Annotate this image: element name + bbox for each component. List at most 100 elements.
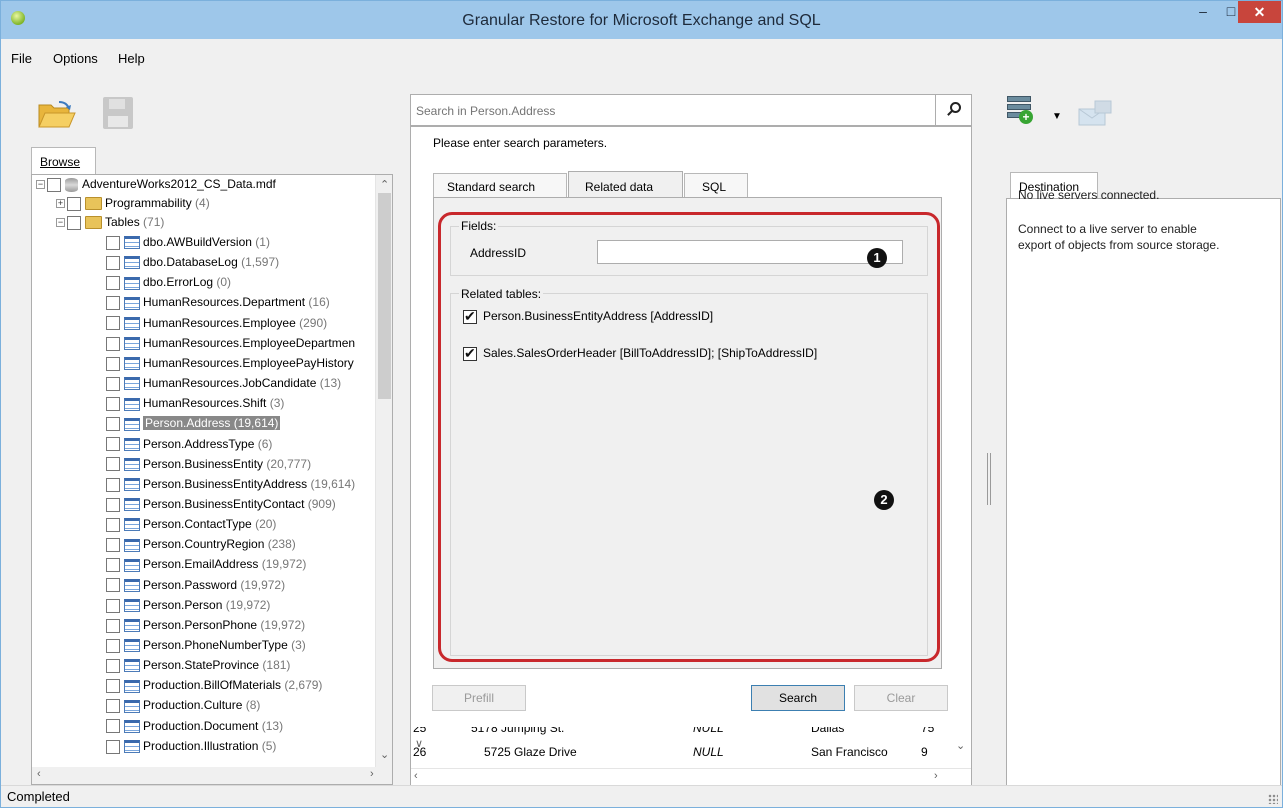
- clear-button[interactable]: Clear: [854, 685, 948, 711]
- tree-item-table[interactable]: Person.EmailAddress (19,972): [106, 557, 306, 577]
- tree-item-programmability[interactable]: + Programmability (4): [56, 196, 210, 216]
- search-icon[interactable]: [935, 95, 972, 125]
- tree-checkbox[interactable]: [106, 356, 120, 371]
- tree-checkbox[interactable]: [106, 598, 120, 613]
- menu-help[interactable]: Help: [118, 51, 145, 66]
- export-mail-icon[interactable]: [1077, 99, 1117, 127]
- tree-checkbox[interactable]: [106, 296, 120, 311]
- tree-checkbox[interactable]: [106, 417, 120, 432]
- tree-scroll-thumb[interactable]: [378, 193, 391, 399]
- collapse-icon[interactable]: −: [56, 218, 65, 228]
- tree-checkbox[interactable]: [106, 679, 120, 694]
- panel-splitter[interactable]: [987, 453, 991, 505]
- tree-root[interactable]: − AdventureWorks2012_CS_Data.mdf: [36, 177, 276, 197]
- tree-item-table[interactable]: Production.Culture (8): [106, 698, 260, 718]
- tree-item-table[interactable]: HumanResources.EmployeePayHistory: [106, 356, 354, 376]
- tree-item-table[interactable]: HumanResources.Shift (3): [106, 396, 284, 416]
- tree-item-table[interactable]: Person.Address (19,614): [106, 416, 281, 436]
- expand-icon[interactable]: +: [56, 199, 65, 209]
- tree-item-table[interactable]: Person.Password (19,972): [106, 578, 285, 598]
- tree-checkbox[interactable]: [106, 517, 120, 532]
- tree-vertical-scrollbar[interactable]: ⌃ ⌄: [375, 175, 392, 767]
- menu-bar: File Options Help: [1, 39, 1282, 72]
- minimize-button[interactable]: –: [1189, 1, 1217, 23]
- browse-tree[interactable]: − AdventureWorks2012_CS_Data.mdf + Programm…: [31, 174, 393, 785]
- scroll-down-icon[interactable]: ⌄: [380, 748, 389, 761]
- tree-item-table[interactable]: Person.BusinessEntity (20,777): [106, 457, 311, 477]
- tree-item-table[interactable]: Person.ContactType (20): [106, 517, 276, 537]
- tree-checkbox[interactable]: [106, 276, 120, 291]
- tree-checkbox[interactable]: [106, 477, 120, 492]
- tree-item-table[interactable]: Production.BillOfMaterials (2,679): [106, 678, 322, 698]
- tree-checkbox[interactable]: [106, 336, 120, 351]
- tab-sql[interactable]: SQL: [684, 173, 748, 198]
- tree-horizontal-scrollbar[interactable]: ‹ ›: [32, 767, 392, 784]
- tree-item-table[interactable]: HumanResources.JobCandidate (13): [106, 376, 341, 396]
- tree-checkbox[interactable]: [106, 578, 120, 593]
- tree-checkbox[interactable]: [106, 397, 120, 412]
- search-button[interactable]: Search: [751, 685, 845, 711]
- grid-horizontal-scrollbar[interactable]: ‹ ›: [411, 768, 971, 785]
- tree-item-table[interactable]: Production.Document (13): [106, 719, 283, 739]
- add-server-icon[interactable]: +: [1007, 96, 1035, 126]
- tree-item-table[interactable]: Person.PhoneNumberType (3): [106, 638, 306, 658]
- tab-standard-search[interactable]: Standard search: [433, 173, 567, 198]
- tree-item-table[interactable]: Person.Person (19,972): [106, 598, 270, 618]
- save-icon[interactable]: [103, 97, 133, 129]
- scroll-up-icon[interactable]: ⌃: [380, 178, 389, 191]
- grid-scroll-up-icon[interactable]: ∨: [415, 737, 423, 750]
- collapse-icon[interactable]: −: [36, 180, 45, 190]
- tree-item-table[interactable]: Person.StateProvince (181): [106, 658, 290, 678]
- tab-browse[interactable]: Browse: [31, 147, 96, 175]
- tree-checkbox[interactable]: [106, 638, 120, 653]
- tree-item-table[interactable]: Person.CountryRegion (238): [106, 537, 296, 557]
- tree-item-tables[interactable]: − Tables (71): [56, 215, 164, 235]
- prefill-button[interactable]: Prefill: [432, 685, 526, 711]
- menu-options[interactable]: Options: [53, 51, 98, 66]
- tree-item-table[interactable]: Production.Illustration (5): [106, 739, 276, 759]
- tree-item-table[interactable]: HumanResources.Employee (290): [106, 316, 327, 336]
- tree-checkbox[interactable]: [106, 316, 120, 331]
- title-bar[interactable]: Granular Restore for Microsoft Exchange …: [1, 1, 1282, 39]
- tree-checkbox[interactable]: [106, 739, 120, 754]
- tree-checkbox[interactable]: [106, 658, 120, 673]
- chevron-down-icon[interactable]: ▼: [1052, 111, 1062, 122]
- tree-checkbox[interactable]: [106, 376, 120, 391]
- tree-checkbox[interactable]: [106, 457, 120, 472]
- open-folder-icon[interactable]: [37, 101, 77, 129]
- tree-checkbox[interactable]: [47, 177, 61, 192]
- tree-item-table[interactable]: Person.BusinessEntityAddress (19,614): [106, 477, 355, 497]
- tree-item-table[interactable]: dbo.AWBuildVersion (1): [106, 235, 270, 255]
- tree-checkbox[interactable]: [106, 719, 120, 734]
- tree-checkbox[interactable]: [106, 497, 120, 512]
- grid-scroll-right-icon[interactable]: ›: [934, 770, 938, 782]
- menu-file[interactable]: File: [11, 51, 32, 66]
- scroll-right-icon[interactable]: ›: [370, 768, 374, 780]
- tree-checkbox[interactable]: [106, 558, 120, 573]
- tree-item-table[interactable]: dbo.DatabaseLog (1,597): [106, 255, 279, 275]
- tree-checkbox[interactable]: [106, 699, 120, 714]
- table-row[interactable]: 26 5725 Glaze Drive NULL San Francisco 9: [411, 744, 946, 762]
- table-row[interactable]: 25 5178 Jumping St. NULL Dallas 75: [411, 727, 946, 743]
- search-input[interactable]: [414, 103, 924, 119]
- tab-related-data[interactable]: Related data: [568, 171, 683, 199]
- scroll-left-icon[interactable]: ‹: [37, 768, 41, 780]
- tree-checkbox[interactable]: [106, 235, 120, 250]
- tree-item-table[interactable]: Person.PersonPhone (19,972): [106, 618, 305, 638]
- tree-item-table[interactable]: Person.BusinessEntityContact (909): [106, 497, 336, 517]
- grid-scroll-down-icon[interactable]: ⌄: [956, 739, 965, 752]
- table-icon: [124, 337, 140, 351]
- resize-grip-icon[interactable]: [1268, 794, 1278, 804]
- tree-checkbox[interactable]: [67, 215, 81, 230]
- tree-checkbox[interactable]: [106, 538, 120, 553]
- tree-checkbox[interactable]: [67, 196, 81, 211]
- tree-checkbox[interactable]: [106, 618, 120, 633]
- tree-item-table[interactable]: dbo.ErrorLog (0): [106, 275, 231, 295]
- tree-checkbox[interactable]: [106, 437, 120, 452]
- tree-item-table[interactable]: HumanResources.EmployeeDepartmen: [106, 336, 355, 356]
- tree-item-table[interactable]: HumanResources.Department (16): [106, 295, 330, 315]
- close-button[interactable]: ✕: [1238, 1, 1281, 23]
- tree-checkbox[interactable]: [106, 255, 120, 270]
- tree-item-table[interactable]: Person.AddressType (6): [106, 437, 272, 457]
- grid-scroll-left-icon[interactable]: ‹: [414, 770, 418, 782]
